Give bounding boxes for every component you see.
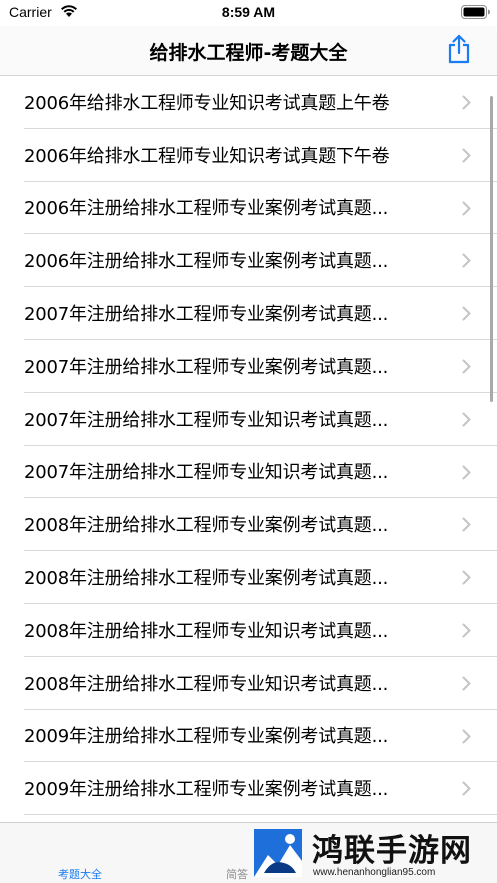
scroll-indicator[interactable] — [490, 96, 493, 402]
chevron-right-icon — [462, 253, 471, 268]
chevron-right-icon — [462, 570, 471, 585]
watermark-logo-icon — [254, 829, 302, 877]
list-item[interactable]: 2007年注册给排水工程师专业知识考试真题... — [24, 393, 497, 446]
chevron-right-icon — [462, 95, 471, 110]
chevron-right-icon — [462, 306, 471, 321]
list-item[interactable]: 2008年注册给排水工程师专业知识考试真题... — [24, 604, 497, 657]
list-item-label: 2006年注册给排水工程师专业案例考试真题... — [24, 251, 389, 273]
list-item-label: 2007年注册给排水工程师专业案例考试真题... — [24, 356, 389, 378]
list-item-label: 2006年注册给排水工程师专业案例考试真题... — [24, 198, 389, 220]
list-item[interactable]: 2006年给排水工程师专业知识考试真题上午卷 — [24, 76, 497, 129]
list-item-label: 2009年注册给排水工程师专业案例考试真题... — [24, 779, 389, 801]
list-item[interactable]: 2007年注册给排水工程师专业案例考试真题... — [24, 287, 497, 340]
battery-icon — [461, 5, 490, 19]
chevron-right-icon — [462, 623, 471, 638]
list-item-label: 2006年给排水工程师专业知识考试真题上午卷 — [24, 92, 390, 114]
list-item[interactable]: 2006年注册给排水工程师专业案例考试真题... — [24, 234, 497, 288]
chevron-right-icon — [462, 517, 471, 532]
chevron-right-icon — [462, 676, 471, 691]
chevron-right-icon — [462, 465, 471, 480]
list-item-label: 2008年注册给排水工程师专业案例考试真题... — [24, 515, 389, 537]
chevron-right-icon — [462, 781, 471, 796]
tab-question-collection[interactable]: 考题大全 — [58, 866, 102, 882]
chevron-right-icon — [462, 148, 471, 163]
list-item-label: 2007年注册给排水工程师专业知识考试真题... — [24, 462, 389, 484]
list-item[interactable]: 2008年注册给排水工程师专业案例考试真题... — [24, 551, 497, 604]
list-item[interactable]: 2006年给排水工程师专业知识考试真题下午卷 — [24, 129, 497, 182]
navigation-bar: 给排水工程师-考题大全 — [0, 26, 497, 76]
page-title: 给排水工程师-考题大全 — [149, 42, 348, 64]
question-list: 2006年给排水工程师专业知识考试真题上午卷 2006年给排水工程师专业知识考试真… — [0, 76, 497, 822]
list-item[interactable]: 2009年注册给排水工程师专业案例考试真题... — [24, 710, 497, 763]
list-item-label: 2008年注册给排水工程师专业知识考试真题... — [24, 673, 389, 695]
watermark-text: 鸿联手游网 — [312, 833, 472, 869]
list-item[interactable]: 2007年注册给排水工程师专业案例考试真题... — [24, 340, 497, 393]
list-item[interactable]: 2008年注册给排水工程师专业知识考试真题... — [24, 657, 497, 710]
share-icon — [448, 34, 470, 64]
status-bar: Carrier 8:59 AM — [0, 0, 497, 26]
chevron-right-icon — [462, 729, 471, 744]
list-item[interactable]: 2007年注册给排水工程师专业知识考试真题... — [24, 446, 497, 499]
chevron-right-icon — [462, 201, 471, 216]
list-item[interactable]: 2009年注册给排水工程师专业案例考试真题... — [24, 762, 497, 816]
list-item-label: 2008年注册给排水工程师专业知识考试真题... — [24, 620, 389, 642]
list-item-label: 2007年注册给排水工程师专业知识考试真题... — [24, 409, 389, 431]
list-item-label: 2008年注册给排水工程师专业案例考试真题... — [24, 568, 389, 590]
status-time: 8:59 AM — [221, 4, 276, 20]
list-item[interactable]: 2008年注册给排水工程师专业案例考试真题... — [24, 498, 497, 552]
watermark: 鸿联手游网 www.henanhonglian95.com — [250, 823, 497, 883]
list-item-label: 2009年注册给排水工程师专业案例考试真题... — [24, 726, 389, 748]
list-item[interactable]: 2006年注册给排水工程师专业案例考试真题... — [24, 182, 497, 235]
watermark-url: www.henanhonglian95.com — [313, 867, 436, 878]
list-item-label: 2006年给排水工程师专业知识考试真题下午卷 — [24, 145, 390, 167]
list-item-label: 2007年注册给排水工程师专业案例考试真题... — [24, 304, 389, 326]
chevron-right-icon — [462, 359, 471, 374]
share-button[interactable] — [442, 32, 476, 66]
chevron-right-icon — [462, 412, 471, 427]
tab-short-answer[interactable]: 简答 — [226, 866, 248, 882]
